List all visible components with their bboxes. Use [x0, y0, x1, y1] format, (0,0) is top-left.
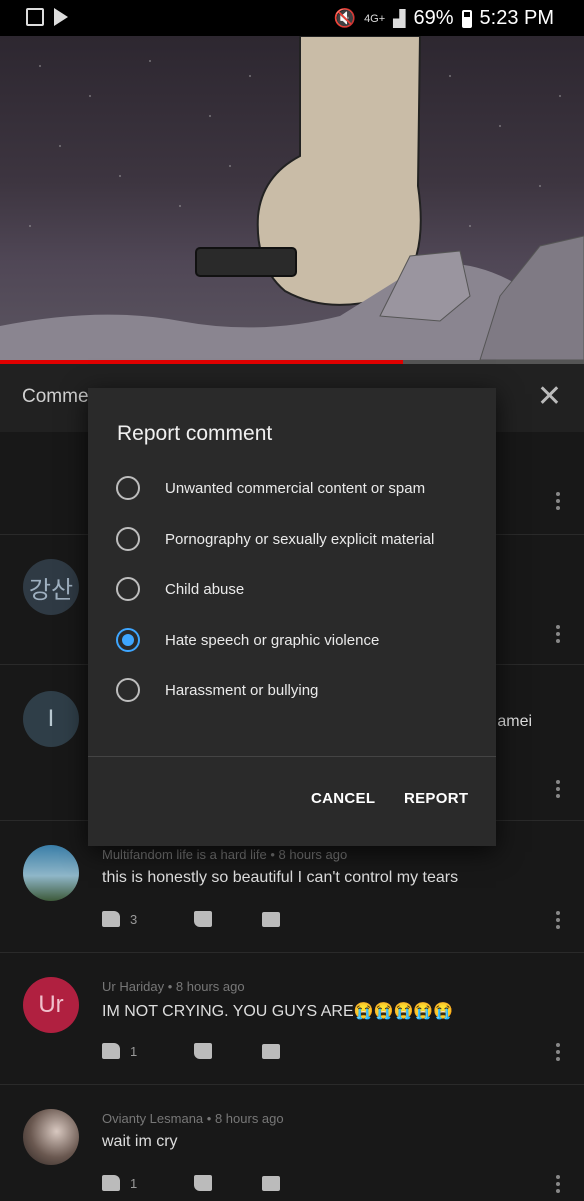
option-label: Harassment or bullying [165, 681, 319, 699]
report-option-spam[interactable]: Unwanted commercial content or spam [116, 468, 476, 508]
radio-button[interactable] [116, 476, 140, 500]
battery-icon [461, 9, 472, 28]
clock: 5:23 PM [479, 7, 554, 29]
battery-percent: 69% [413, 7, 454, 29]
status-bar: 🔇 4G+ ▟ 69% 5:23 PM [0, 0, 584, 36]
mute-icon: 🔇 [333, 8, 357, 28]
option-label: Unwanted commercial content or spam [165, 479, 426, 497]
option-label: Hate speech or graphic violence [165, 631, 380, 649]
cancel-button[interactable]: CANCEL [311, 790, 375, 807]
video-frame [0, 36, 584, 360]
report-button[interactable]: REPORT [404, 790, 468, 807]
report-comment-dialog: Report comment Unwanted commercial conte… [88, 388, 496, 846]
report-option-sexual-content[interactable]: Pornography or sexually explicit materia… [116, 519, 476, 559]
option-label: Pornography or sexually explicit materia… [165, 530, 435, 548]
radio-button[interactable] [116, 527, 140, 551]
gallery-icon [26, 8, 44, 26]
report-option-harassment[interactable]: Harassment or bullying [116, 670, 476, 710]
play-store-icon [54, 8, 68, 26]
report-option-child-abuse[interactable]: Child abuse [116, 569, 476, 609]
option-label: Child abuse [165, 580, 245, 598]
radio-button[interactable] [116, 678, 140, 702]
radio-button[interactable] [116, 577, 140, 601]
report-option-hate-speech[interactable]: Hate speech or graphic violence [116, 620, 476, 660]
divider [88, 756, 496, 757]
video-player[interactable] [0, 36, 584, 360]
network-indicator: 4G+ [364, 12, 386, 25]
radio-button-checked[interactable] [116, 628, 140, 652]
dialog-title: Report comment [117, 422, 273, 445]
signal-icon: ▟ [393, 10, 406, 28]
